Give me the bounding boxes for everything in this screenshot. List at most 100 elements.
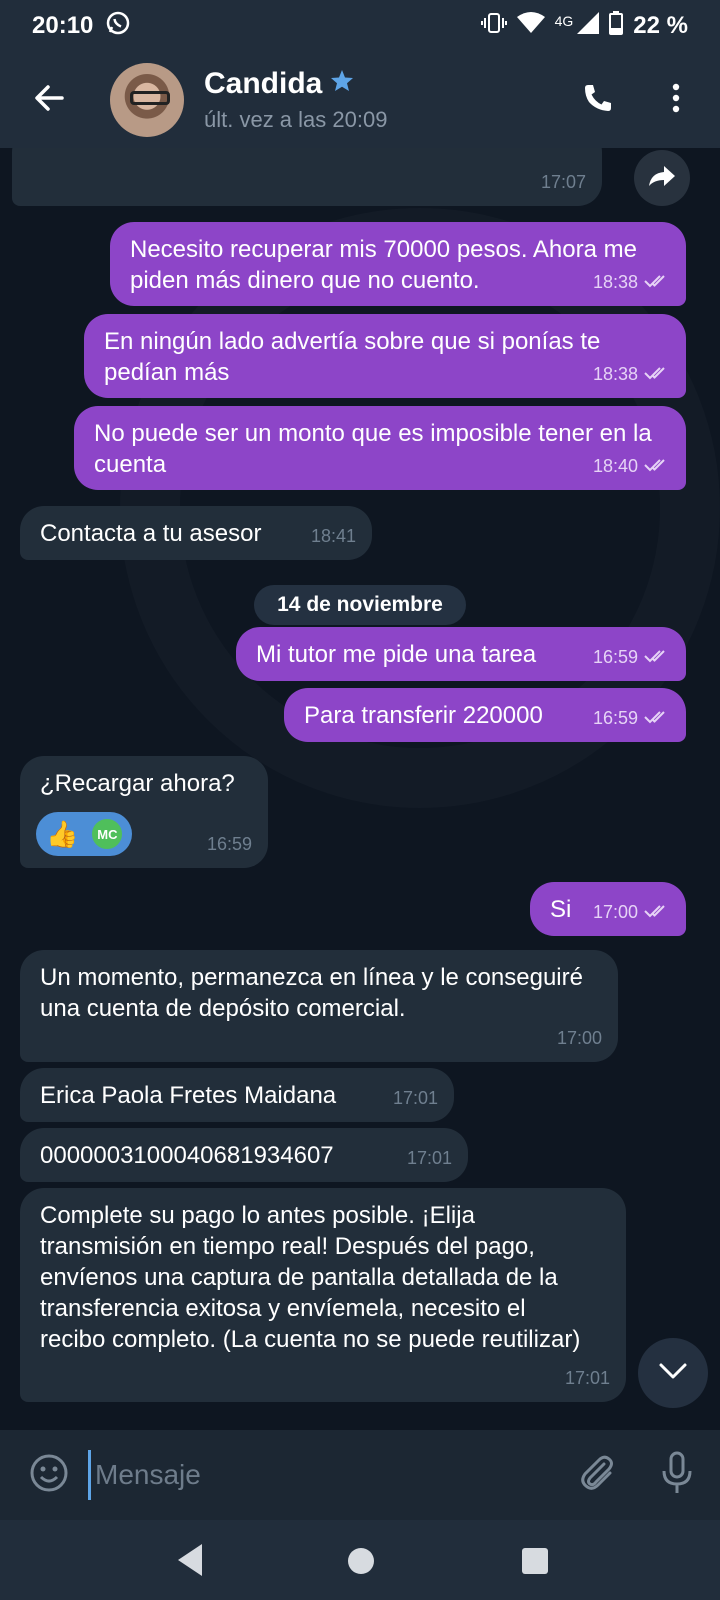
message-text: En ningún lado advertía sobre que si pon… <box>104 328 601 386</box>
double-check-icon <box>644 897 670 928</box>
message-bubble-outgoing[interactable]: Necesito recuperar mis 70000 pesos. Ahor… <box>110 222 686 306</box>
emoji-button[interactable] <box>26 1452 72 1498</box>
message-meta: 18:41 <box>311 521 356 552</box>
message-meta: 17:01 <box>407 1143 452 1174</box>
status-bar: 20:10 4G 22 % <box>0 0 720 52</box>
mic-icon <box>661 1451 693 1500</box>
message-time: 16:59 <box>206 834 252 854</box>
message-bubble-incoming[interactable]: Erica Paola Fretes Maidana 17:01 <box>20 1068 454 1122</box>
system-nav-bar <box>0 1520 720 1600</box>
message-meta: 18:40 <box>593 451 670 482</box>
message-time: 18:38 <box>592 272 638 292</box>
attach-icon <box>577 1453 617 1498</box>
whatsapp-icon <box>105 10 131 43</box>
contact-name: Candida <box>204 67 323 100</box>
message-text: No puede ser un monto que es imposible t… <box>94 420 652 478</box>
back-arrow-icon <box>34 84 64 117</box>
nav-recents-button[interactable] <box>522 1548 548 1574</box>
double-check-icon <box>644 359 670 390</box>
message-meta: 17:07 <box>541 167 586 198</box>
message-time: 17:00 <box>592 902 638 922</box>
emoji-icon <box>29 1453 69 1498</box>
verified-star-icon <box>330 67 354 101</box>
message-meta: 17:01 <box>565 1363 610 1394</box>
chevron-down-icon <box>658 1362 688 1385</box>
vibrate-icon <box>480 12 507 41</box>
scroll-to-bottom-button[interactable] <box>638 1338 708 1408</box>
network-type: 4G <box>554 13 574 29</box>
attach-button[interactable] <box>574 1452 620 1498</box>
chat-header: Candida últ. vez a las 20:09 <box>0 52 720 148</box>
message-text: Si <box>550 896 572 923</box>
reaction-chip[interactable]: 👍 MC <box>36 812 132 856</box>
more-vert-icon <box>672 83 680 118</box>
nav-home-button[interactable] <box>348 1548 374 1574</box>
contact-avatar[interactable] <box>110 63 184 137</box>
composer-bar <box>0 1430 720 1520</box>
message-time: 16:59 <box>592 647 638 667</box>
message-meta: 16:59 <box>593 703 670 734</box>
message-time: 16:59 <box>592 708 638 728</box>
message-time: 17:00 <box>556 1028 602 1048</box>
message-bubble-outgoing[interactable]: Si 17:00 <box>530 882 686 936</box>
message-text: ¿Recargar ahora? <box>40 770 235 797</box>
phone-icon <box>582 82 614 119</box>
battery-icon <box>609 10 624 42</box>
message-text: Necesito recuperar mis 70000 pesos. Ahor… <box>130 236 637 294</box>
message-bubble-outgoing[interactable]: No puede ser un monto que es imposible t… <box>74 406 686 490</box>
last-seen-status: últ. vez a las 20:09 <box>204 107 388 132</box>
voice-record-button[interactable] <box>654 1450 700 1500</box>
thumbs-up-emoji: 👍 <box>46 818 79 849</box>
contact-info[interactable]: Candida últ. vez a las 20:09 <box>204 67 387 133</box>
message-time: 17:01 <box>564 1368 610 1388</box>
message-time: 17:01 <box>392 1088 438 1108</box>
message-meta: 17:00 <box>557 1023 602 1054</box>
message-time: 18:38 <box>592 364 638 384</box>
battery-percent: 22 % <box>633 12 688 39</box>
nav-back-icon <box>178 1544 202 1576</box>
message-bubble-outgoing[interactable]: Mi tutor me pide una tarea 16:59 <box>236 627 686 681</box>
nav-back-button[interactable] <box>172 1540 208 1580</box>
message-time: 17:07 <box>540 172 586 192</box>
status-time: 20:10 <box>32 12 94 39</box>
call-button[interactable] <box>574 76 622 124</box>
message-text: Contacta a tu asesor <box>40 520 262 547</box>
more-options-button[interactable] <box>656 76 696 124</box>
message-text: Para transferir 220000 <box>304 702 543 729</box>
message-meta: 16:59 <box>207 829 252 860</box>
message-bubble-incoming[interactable]: Complete su pago lo antes posible. ¡Elij… <box>20 1188 626 1402</box>
signal-icon <box>577 11 600 41</box>
message-bubble-incoming[interactable]: Contacta a tu asesor 18:41 <box>20 506 372 560</box>
message-bubble-outgoing[interactable]: En ningún lado advertía sobre que si pon… <box>84 314 686 398</box>
message-bubble-incoming[interactable]: Un momento, permanezca en línea y le con… <box>20 950 618 1062</box>
double-check-icon <box>644 642 670 673</box>
wifi-icon <box>516 11 545 41</box>
message-text: 0000003100040681934607 <box>40 1142 334 1169</box>
message-time: 18:40 <box>592 456 638 476</box>
message-text: Complete su pago lo antes posible. ¡Elij… <box>40 1202 581 1353</box>
message-text: Erica Paola Fretes Maidana <box>40 1082 337 1109</box>
message-bubble-incoming[interactable]: 0000003100040681934607 17:01 <box>20 1128 468 1182</box>
back-button[interactable] <box>24 75 74 125</box>
message-time: 17:01 <box>406 1148 452 1168</box>
share-icon <box>648 164 676 193</box>
message-bubble-incoming[interactable]: ¿Recargar ahora? 👍 MC 16:59 <box>20 756 268 868</box>
message-text: Mi tutor me pide una tarea <box>256 641 537 668</box>
message-meta: 17:01 <box>393 1083 438 1114</box>
message-time: 18:41 <box>310 526 356 546</box>
message-bubble-outgoing[interactable]: Para transferir 220000 16:59 <box>284 688 686 742</box>
message-meta: 18:38 <box>593 359 670 390</box>
reactor-avatar: MC <box>90 817 125 851</box>
message-meta: 18:38 <box>593 267 670 298</box>
message-bubble-incoming[interactable]: 17:07 <box>12 148 602 206</box>
forward-button[interactable] <box>634 150 690 206</box>
message-list[interactable]: 17:07 Necesito recuperar mis 70000 pesos… <box>0 148 720 1430</box>
double-check-icon <box>644 451 670 482</box>
message-meta: 17:00 <box>593 897 670 928</box>
double-check-icon <box>644 703 670 734</box>
double-check-icon <box>644 267 670 298</box>
message-text: Un momento, permanezca en línea y le con… <box>40 964 583 1022</box>
date-separator: 14 de noviembre <box>254 585 466 625</box>
message-input[interactable] <box>88 1450 548 1500</box>
message-meta: 16:59 <box>593 642 670 673</box>
